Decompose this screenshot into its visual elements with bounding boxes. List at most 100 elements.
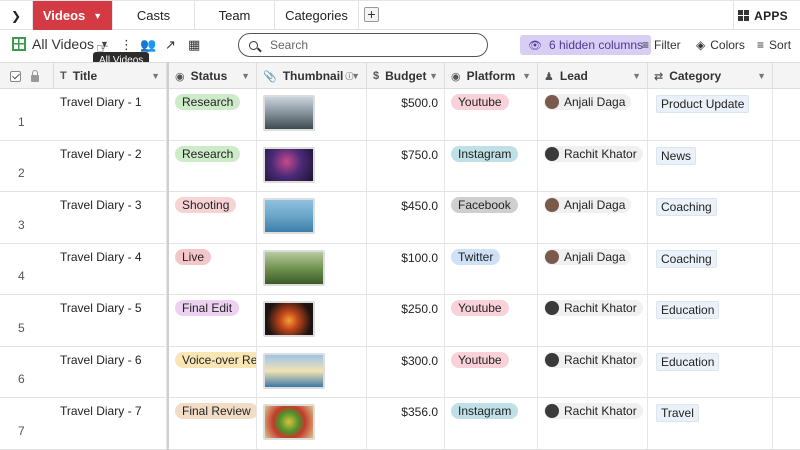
column-header-category[interactable]: ⇄ Category ▼ [648,63,773,89]
filter-button[interactable]: ≡ Filter [642,38,681,52]
table-row[interactable]: 3 Travel Diary - 3 Shooting $450.0 Faceb… [0,192,800,244]
platform-cell[interactable]: Facebook [445,192,538,243]
status-cell[interactable]: Shooting [169,192,257,243]
budget-cell[interactable]: $356.0 [367,398,445,449]
apps-button[interactable]: APPS [738,1,788,30]
status-badge: Final Review [175,403,256,419]
budget-cell[interactable]: $500.0 [367,89,445,140]
column-menu-icon[interactable]: ▼ [522,71,531,81]
category-cell[interactable]: Travel [648,398,773,449]
column-menu-icon[interactable]: ▼ [151,71,160,81]
column-header-lead[interactable]: ♟ Lead ▼ [538,63,648,89]
table-row[interactable]: 1 Travel Diary - 1 Research $500.0 Youtu… [0,89,800,141]
category-cell[interactable]: Product Update [648,89,773,140]
status-cell[interactable]: Voice-over Rec [169,346,257,397]
thumbnail-cell[interactable] [257,243,367,294]
table-row[interactable]: 2 Travel Diary - 2 Research $750.0 Insta… [0,140,800,192]
view-selector[interactable]: All Videos ▼ [12,36,109,52]
tab-categories[interactable]: Categories [275,1,359,30]
column-header-budget[interactable]: $ Budget ▼ [367,63,445,89]
select-all-checkbox[interactable] [10,70,21,82]
platform-cell[interactable]: Youtube [445,295,538,346]
tab-videos[interactable]: Videos ▼ [33,1,113,30]
title-cell[interactable]: Travel Diary - 3 [0,192,167,243]
lead-cell[interactable]: Rachit Khator [538,346,648,397]
budget-cell[interactable]: $300.0 [367,346,445,397]
category-cell[interactable]: Education [648,295,773,346]
title-cell[interactable]: Travel Diary - 4 [0,243,167,294]
column-menu-icon[interactable]: ▼ [241,71,250,81]
search-input[interactable]: Search [238,33,488,57]
lead-chip: Rachit Khator [544,145,643,162]
status-cell[interactable]: Final Edit [169,295,257,346]
people-icon[interactable]: 👥 [140,37,156,53]
lead-cell[interactable]: Anjali Daga [538,192,648,243]
lead-cell[interactable]: Rachit Khator [538,140,648,191]
thumbnail-cell[interactable] [257,295,367,346]
title-cell[interactable]: Travel Diary - 6 [0,346,167,397]
budget-cell[interactable]: $100.0 [367,243,445,294]
thumbnail-cell[interactable] [257,192,367,243]
thumbnail-image[interactable] [263,198,315,234]
caret-down-icon[interactable]: ▼ [93,11,102,21]
table-row[interactable]: 5 Travel Diary - 5 Final Edit $250.0 You… [0,295,800,347]
title-cell[interactable]: Travel Diary - 2 [0,140,167,191]
column-header-thumbnail[interactable]: 📎 Thumbnail ⓘ ▼ [257,63,367,89]
table-row[interactable]: 7 Travel Diary - 7 Final Review $356.0 I… [0,398,800,450]
status-cell[interactable]: Final Review [169,398,257,449]
thumbnail-cell[interactable] [257,346,367,397]
category-cell[interactable]: News [648,140,773,191]
thumbnail-image[interactable] [263,146,315,183]
thumbnail-image[interactable] [263,301,315,337]
thumbnail-cell[interactable] [257,89,367,140]
platform-cell[interactable]: Youtube [445,346,538,397]
more-options-icon[interactable]: ⋮ [120,37,133,53]
thumbnail-image[interactable] [263,352,325,389]
title-cell[interactable]: Travel Diary - 1 [0,89,167,140]
budget-cell[interactable]: $450.0 [367,192,445,243]
category-cell[interactable]: Education [648,346,773,397]
thumbnail-cell[interactable] [257,398,367,449]
collapse-sidebar-button[interactable]: ❯ [0,1,33,30]
lead-name: Rachit Khator [564,301,637,315]
lead-cell[interactable]: Rachit Khator [538,398,648,449]
share-icon[interactable]: ↗ [165,37,176,53]
column-menu-icon[interactable]: ▼ [757,71,766,81]
column-menu-icon[interactable]: ▼ [632,71,641,81]
tab-casts[interactable]: Casts [113,1,195,30]
table-row[interactable]: 4 Travel Diary - 4 Live $100.0 Twitter A… [0,243,800,295]
platform-cell[interactable]: Twitter [445,243,538,294]
category-cell[interactable]: Coaching [648,243,773,294]
column-header-title[interactable]: T Title ▼ [54,63,167,89]
platform-cell[interactable]: Youtube [445,89,538,140]
platform-cell[interactable]: Instagram [445,398,538,449]
title-cell[interactable]: Travel Diary - 5 [0,295,167,346]
column-header-status[interactable]: ◉ Status ▼ [169,63,257,89]
status-cell[interactable]: Research [169,140,257,191]
column-menu-icon[interactable]: ▼ [429,71,438,81]
lead-cell[interactable]: Anjali Daga [538,89,648,140]
colors-button[interactable]: ◈ Colors [696,38,745,52]
column-header-platform[interactable]: ◉ Platform ▼ [445,63,538,89]
thumbnail-image[interactable] [263,249,325,286]
form-icon[interactable]: ▦ [188,37,200,53]
status-cell[interactable]: Live [169,243,257,294]
thumbnail-image[interactable] [263,95,315,131]
category-cell[interactable]: Coaching [648,192,773,243]
title-cell[interactable]: Travel Diary - 7 [0,398,167,449]
column-menu-icon[interactable]: ▼ [351,71,360,81]
sort-button[interactable]: ≡ Sort [757,38,791,52]
eye-icon: 👁 [528,39,542,52]
thumbnail-image[interactable] [263,404,315,440]
lead-cell[interactable]: Anjali Daga [538,243,648,294]
hidden-columns-button[interactable]: 👁 6 hidden columns [520,35,652,55]
thumbnail-cell[interactable] [257,140,367,191]
table-row[interactable]: 6 Travel Diary - 6 Voice-over Rec $300.0… [0,346,800,398]
budget-cell[interactable]: $750.0 [367,140,445,191]
platform-cell[interactable]: Instagram [445,140,538,191]
lead-cell[interactable]: Rachit Khator [538,295,648,346]
tab-team[interactable]: Team [195,1,275,30]
add-tab-button[interactable]: + [364,7,379,22]
status-cell[interactable]: Research [169,89,257,140]
budget-cell[interactable]: $250.0 [367,295,445,346]
